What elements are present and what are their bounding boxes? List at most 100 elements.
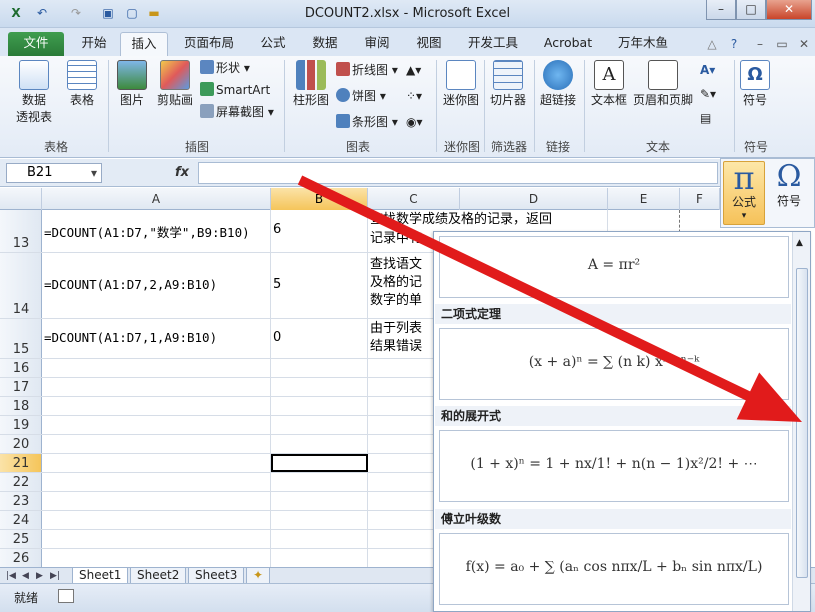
cell[interactable]: [271, 359, 368, 377]
cell[interactable]: [42, 530, 271, 548]
symbol-ribbon-button[interactable]: Ω 符号: [738, 60, 772, 109]
column-header-d[interactable]: D: [460, 188, 608, 210]
macro-record-icon[interactable]: [58, 589, 74, 603]
cell[interactable]: [271, 378, 368, 396]
row-header[interactable]: 20: [0, 435, 42, 453]
cell[interactable]: [271, 397, 368, 415]
cell[interactable]: [42, 549, 271, 567]
cell-a13[interactable]: =DCOUNT(A1:D7,"数学",B9:B10): [42, 210, 271, 252]
scroll-up-icon[interactable]: ▲: [796, 235, 803, 251]
scatter-chart-icon[interactable]: ⁘▾: [406, 88, 422, 104]
column-header-a[interactable]: A: [42, 188, 271, 210]
scroll-thumb[interactable]: [796, 268, 808, 578]
row-header[interactable]: 21: [0, 454, 42, 472]
equation-button[interactable]: π 公式 ▾: [723, 161, 765, 225]
row-header[interactable]: 19: [0, 416, 42, 434]
ribbon-minimize-icon[interactable]: △: [704, 36, 720, 52]
cell[interactable]: [42, 378, 271, 396]
header-footer-button[interactable]: 页眉和页脚: [632, 60, 694, 109]
equation-binomial-theorem[interactable]: (x + a)ⁿ = ∑ (n k) xᵏ aⁿ⁻ᵏ: [439, 328, 789, 400]
tab-custom[interactable]: 万年木鱼: [608, 32, 678, 56]
cell[interactable]: [42, 397, 271, 415]
tab-file[interactable]: 文件: [8, 32, 64, 56]
tab-page-layout[interactable]: 页面布局: [174, 32, 244, 56]
row-header[interactable]: 22: [0, 473, 42, 491]
signature-line-icon[interactable]: ✎▾: [700, 86, 716, 102]
new-sheet-icon[interactable]: ✦: [246, 568, 271, 584]
row-header[interactable]: 23: [0, 492, 42, 510]
cell[interactable]: [271, 473, 368, 491]
cell[interactable]: [42, 511, 271, 529]
gallery-scrollbar[interactable]: ▲: [792, 232, 810, 611]
cell[interactable]: [271, 549, 368, 567]
row-header[interactable]: 16: [0, 359, 42, 377]
equation-expansion-of-sum[interactable]: (1 + x)ⁿ = 1 + nx/1! + n(n − 1)x²/2! + ⋯: [439, 430, 789, 502]
doc-minimize-icon[interactable]: –: [752, 36, 768, 52]
smartart-button[interactable]: SmartArt: [200, 82, 270, 98]
table-button[interactable]: 表格: [62, 60, 102, 109]
cell-b15[interactable]: 0: [271, 319, 368, 358]
row-header[interactable]: 25: [0, 530, 42, 548]
doc-restore-icon[interactable]: ▭: [774, 36, 790, 52]
cell[interactable]: [42, 359, 271, 377]
cell[interactable]: [42, 473, 271, 491]
pie-chart-button[interactable]: 饼图 ▾: [336, 88, 386, 104]
column-header-c[interactable]: C: [368, 188, 460, 210]
cell[interactable]: [271, 511, 368, 529]
tab-acrobat[interactable]: Acrobat: [536, 32, 600, 56]
equation-fourier-series[interactable]: f(x) = a₀ + ∑ (aₙ cos nπx/L + bₙ sin nπx…: [439, 533, 789, 605]
cell[interactable]: [271, 435, 368, 453]
sheet-nav-next-icon[interactable]: ▶: [36, 568, 43, 584]
cell[interactable]: [42, 435, 271, 453]
row-header[interactable]: 18: [0, 397, 42, 415]
other-charts-icon[interactable]: ◉▾: [406, 114, 423, 130]
slicer-button[interactable]: 切片器: [488, 60, 528, 109]
chevron-down-icon[interactable]: ▾: [86, 165, 102, 181]
picture-button[interactable]: 图片: [114, 60, 150, 109]
tab-insert[interactable]: 插入: [120, 32, 168, 56]
help-icon[interactable]: ?: [726, 36, 742, 52]
row-header[interactable]: 24: [0, 511, 42, 529]
tab-review[interactable]: 审阅: [354, 32, 400, 56]
column-chart-button[interactable]: 柱形图: [290, 60, 332, 109]
sheet-nav-first-icon[interactable]: |◀: [6, 568, 16, 584]
clipart-button[interactable]: 剪贴画: [154, 60, 196, 109]
shapes-button[interactable]: 形状 ▾: [200, 60, 250, 76]
maximize-button[interactable]: □: [736, 0, 766, 20]
select-all-corner[interactable]: [0, 188, 42, 210]
insert-function-button[interactable]: fx: [168, 163, 196, 183]
tab-formulas[interactable]: 公式: [250, 32, 296, 56]
tab-view[interactable]: 视图: [406, 32, 452, 56]
cell-b14[interactable]: 5: [271, 253, 368, 318]
cell[interactable]: [271, 416, 368, 434]
close-button[interactable]: ✕: [766, 0, 812, 20]
tab-developer[interactable]: 开发工具: [458, 32, 528, 56]
cell[interactable]: [271, 530, 368, 548]
column-header-e[interactable]: E: [608, 188, 680, 210]
column-header-f[interactable]: F: [680, 188, 720, 210]
hyperlink-button[interactable]: 超链接: [538, 60, 578, 109]
cell[interactable]: [42, 454, 271, 472]
row-header[interactable]: 13: [0, 210, 42, 252]
pivot-table-button[interactable]: 数据 透视表: [8, 60, 60, 126]
sparkline-button[interactable]: 迷你图: [442, 60, 480, 109]
cell-b13[interactable]: 6: [271, 210, 368, 252]
wordart-icon[interactable]: A▾: [700, 62, 715, 78]
area-chart-icon[interactable]: ▲▾: [406, 62, 421, 78]
cell[interactable]: [42, 416, 271, 434]
tab-home[interactable]: 开始: [70, 32, 118, 56]
minimize-button[interactable]: –: [706, 0, 736, 20]
sheet-nav-prev-icon[interactable]: ◀: [22, 568, 29, 584]
row-header[interactable]: 26: [0, 549, 42, 567]
cell-a14[interactable]: =DCOUNT(A1:D7,2,A9:B10): [42, 253, 271, 318]
row-header[interactable]: 17: [0, 378, 42, 396]
sheet-tab-1[interactable]: Sheet1: [72, 568, 129, 584]
sheet-tab-2[interactable]: Sheet2: [130, 568, 187, 584]
cell-a15[interactable]: =DCOUNT(A1:D7,1,A9:B10): [42, 319, 271, 358]
column-header-b[interactable]: B: [271, 188, 368, 210]
line-chart-button[interactable]: 折线图 ▾: [336, 62, 398, 78]
row-header[interactable]: 14: [0, 253, 42, 318]
row-header[interactable]: 15: [0, 319, 42, 358]
equation-area-of-circle[interactable]: A = πr²: [439, 236, 789, 298]
screenshot-button[interactable]: 屏幕截图 ▾: [200, 104, 274, 120]
